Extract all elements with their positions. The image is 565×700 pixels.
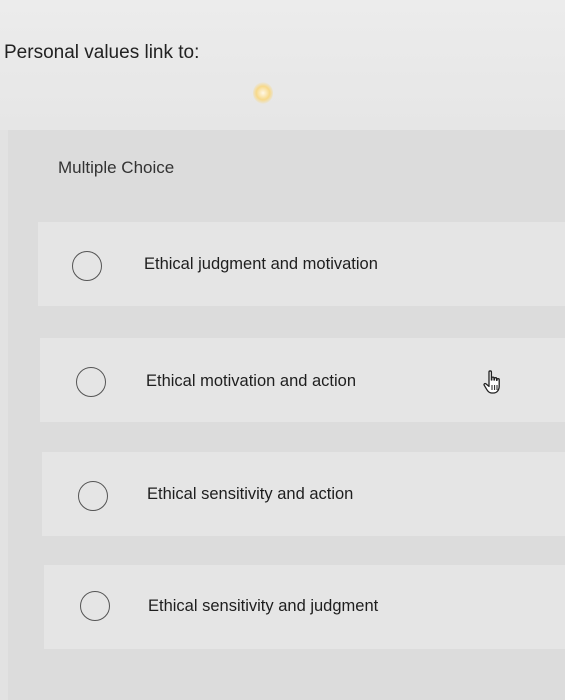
multiple-choice-label: Multiple Choice bbox=[58, 158, 175, 177]
option-4[interactable]: Ethical sensitivity and judgment bbox=[44, 565, 565, 649]
option-label: Ethical sensitivity and action bbox=[147, 485, 354, 503]
option-1[interactable]: Ethical judgment and motivation bbox=[38, 222, 565, 306]
radio-circle-icon[interactable] bbox=[78, 481, 108, 511]
radio-circle-icon[interactable] bbox=[76, 367, 106, 397]
radio-circle-icon[interactable] bbox=[80, 591, 110, 621]
option-label: Ethical sensitivity and judgment bbox=[148, 597, 379, 615]
hand-pointer-icon bbox=[483, 370, 500, 394]
question-header bbox=[0, 0, 565, 130]
question-text: Personal values link to: bbox=[4, 42, 200, 63]
option-label: Ethical judgment and motivation bbox=[144, 255, 378, 273]
option-3[interactable]: Ethical sensitivity and action bbox=[42, 452, 565, 536]
screen-glare bbox=[253, 82, 273, 104]
option-label: Ethical motivation and action bbox=[146, 372, 357, 390]
radio-circle-icon[interactable] bbox=[72, 251, 102, 281]
